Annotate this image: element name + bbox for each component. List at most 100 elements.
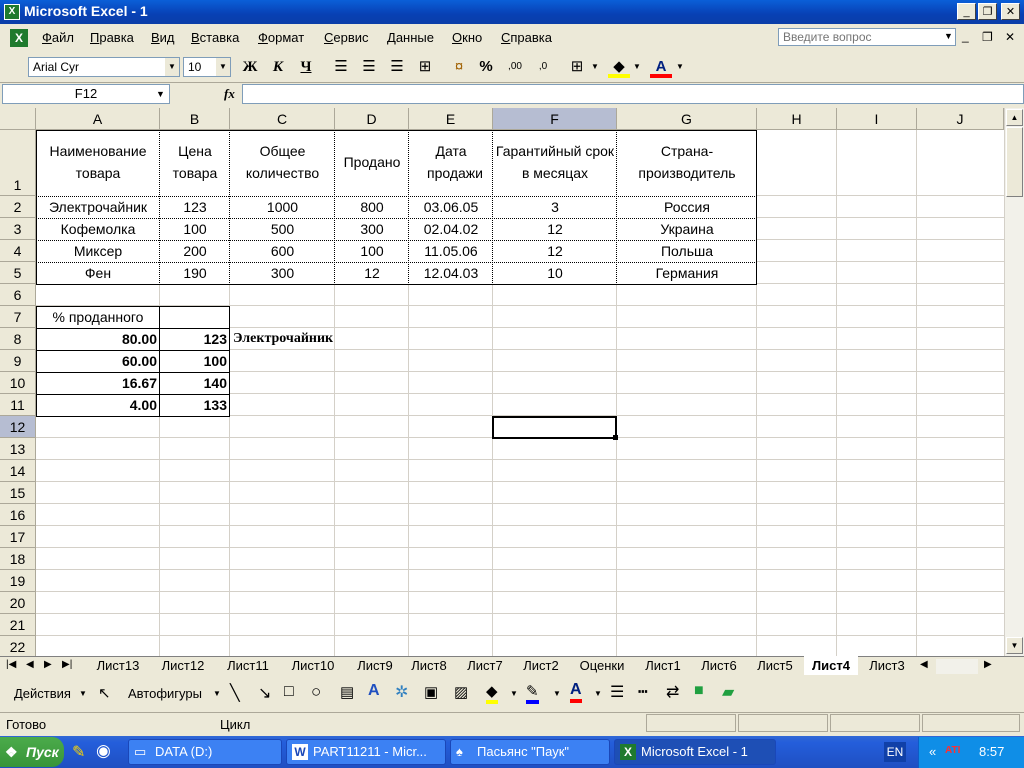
task-word-doc[interactable]: W PART11211 - Micr... [286, 739, 446, 765]
col-header-h[interactable]: H [757, 108, 837, 130]
borders-icon[interactable]: ⊞ [566, 56, 588, 78]
row-header-17[interactable]: 17 [0, 526, 36, 548]
header-cell-country[interactable]: Страна-производитель [617, 140, 757, 184]
chevron-down-icon[interactable]: ▼ [590, 56, 600, 78]
draw-actions-menu[interactable]: Действия [14, 686, 71, 701]
tab-grades[interactable]: Оценки [572, 656, 632, 675]
cell-b5[interactable]: 190 [160, 262, 230, 284]
formula-input[interactable] [242, 84, 1024, 104]
doc-restore-button[interactable]: ❐ [982, 30, 993, 44]
row-header-5[interactable]: 5 [0, 262, 36, 284]
hscroll-left-icon[interactable]: ◀ [920, 659, 928, 670]
cell-c8[interactable]: Электрочайник [230, 328, 390, 350]
cell-a10[interactable]: 16.67 [36, 372, 160, 394]
select-all-corner[interactable] [0, 108, 36, 130]
row-header-4[interactable]: 4 [0, 240, 36, 262]
hscroll-right-icon[interactable]: ▶ [984, 659, 992, 670]
cell-d5[interactable]: 12 [335, 262, 409, 284]
rectangle-icon[interactable]: □ [284, 683, 294, 701]
tab-list7[interactable]: Лист7 [460, 656, 510, 675]
horizontal-scrollbar[interactable] [936, 659, 978, 674]
cell-c3[interactable]: 500 [230, 218, 335, 240]
bold-button[interactable]: Ж [240, 56, 260, 78]
start-button[interactable]: ❖ Пуск [0, 737, 64, 767]
line-color-icon[interactable]: ✎ [526, 682, 539, 704]
tab-list12[interactable]: Лист12 [153, 656, 213, 675]
row-header-10[interactable]: 10 [0, 372, 36, 394]
3d-icon[interactable]: ▰ [722, 682, 734, 702]
row-header-8[interactable]: 8 [0, 328, 36, 350]
scroll-down-icon[interactable]: ▼ [1006, 637, 1023, 654]
chevron-down-icon[interactable]: ▼ [594, 689, 602, 698]
row-header-19[interactable]: 19 [0, 570, 36, 592]
row-header-7[interactable]: 7 [0, 306, 36, 328]
menu-insert[interactable]: Вставка [191, 30, 239, 45]
chevron-down-icon[interactable]: ▼ [553, 689, 561, 698]
cell-a8[interactable]: 80.00 [36, 328, 160, 350]
menu-edit[interactable]: Правка [90, 30, 134, 45]
header-cell-name[interactable]: Наименование товара [36, 140, 160, 184]
diagram-icon[interactable]: ✲ [395, 682, 408, 702]
excel-icon[interactable]: X [4, 4, 20, 20]
row-header-16[interactable]: 16 [0, 504, 36, 526]
cell-b10[interactable]: 140 [160, 372, 230, 394]
cell-d4[interactable]: 100 [335, 240, 409, 262]
restore-button[interactable]: ❐ [978, 3, 997, 20]
tab-list13[interactable]: Лист13 [88, 656, 148, 675]
cell-b2[interactable]: 123 [160, 196, 230, 218]
percent-button[interactable]: % [476, 56, 496, 78]
chevron-down-icon[interactable]: ▼ [165, 58, 179, 76]
help-dropdown-icon[interactable]: ▼ [944, 31, 953, 41]
italic-button[interactable]: К [268, 56, 288, 78]
col-header-c[interactable]: C [230, 108, 335, 130]
last-sheet-icon[interactable]: ▶| [62, 659, 72, 670]
doc-minimize-button[interactable]: _ [962, 29, 969, 43]
font-name-select[interactable]: Arial Cyr ▼ [28, 57, 180, 77]
oval-icon[interactable]: ○ [311, 682, 321, 702]
cell-c2[interactable]: 1000 [230, 196, 335, 218]
cell-g4[interactable]: Польша [617, 240, 757, 262]
tab-list1[interactable]: Лист1 [638, 656, 688, 675]
cell-f4[interactable]: 12 [493, 240, 617, 262]
row-header-6[interactable]: 6 [0, 284, 36, 306]
autoshapes-menu[interactable]: Автофигуры [128, 686, 202, 701]
fill-color-icon[interactable]: ◆ [608, 56, 630, 78]
col-header-d[interactable]: D [335, 108, 409, 130]
menu-format[interactable]: Формат [258, 30, 304, 45]
cell-b8[interactable]: 123 [160, 328, 230, 350]
close-button[interactable]: ✕ [1001, 3, 1020, 20]
cell-a4[interactable]: Миксер [36, 240, 160, 262]
cell-g3[interactable]: Украина [617, 218, 757, 240]
align-left-icon[interactable]: ☰ [330, 56, 352, 78]
header-cell-total[interactable]: Общее количество [230, 140, 335, 184]
align-center-icon[interactable]: ☰ [358, 56, 380, 78]
cell-f5[interactable]: 10 [493, 262, 617, 284]
cell-b3[interactable]: 100 [160, 218, 230, 240]
merge-center-icon[interactable]: ⊞ [414, 56, 436, 78]
cell-b4[interactable]: 200 [160, 240, 230, 262]
arrow-icon[interactable]: ↘ [258, 683, 271, 703]
menu-data[interactable]: Данные [387, 30, 434, 45]
first-sheet-icon[interactable]: |◀ [6, 659, 16, 670]
clipart-icon[interactable]: ▣ [424, 683, 438, 701]
help-search-input[interactable] [778, 28, 956, 46]
cell-a11[interactable]: 4.00 [36, 394, 160, 416]
menu-view[interactable]: Вид [151, 30, 175, 45]
font-size-select[interactable]: 10 ▼ [183, 57, 231, 77]
row-header-14[interactable]: 14 [0, 460, 36, 482]
arrow-style-icon[interactable]: ⇄ [666, 682, 679, 702]
col-header-g[interactable]: G [617, 108, 757, 130]
row-header-20[interactable]: 20 [0, 592, 36, 614]
minimize-button[interactable]: _ [957, 3, 976, 20]
menu-file[interactable]: Файл [42, 30, 74, 45]
picture-icon[interactable]: ▨ [454, 683, 468, 701]
cell-b9[interactable]: 100 [160, 350, 230, 372]
col-header-j[interactable]: J [917, 108, 1004, 130]
vertical-scrollbar[interactable]: ▲ ▼ [1004, 108, 1024, 656]
row-header-18[interactable]: 18 [0, 548, 36, 570]
row-header-9[interactable]: 9 [0, 350, 36, 372]
fx-icon[interactable]: fx [224, 86, 235, 102]
textbox-icon[interactable]: ▤ [340, 683, 354, 701]
menu-window[interactable]: Окно [452, 30, 482, 45]
menu-help[interactable]: Справка [501, 30, 552, 45]
